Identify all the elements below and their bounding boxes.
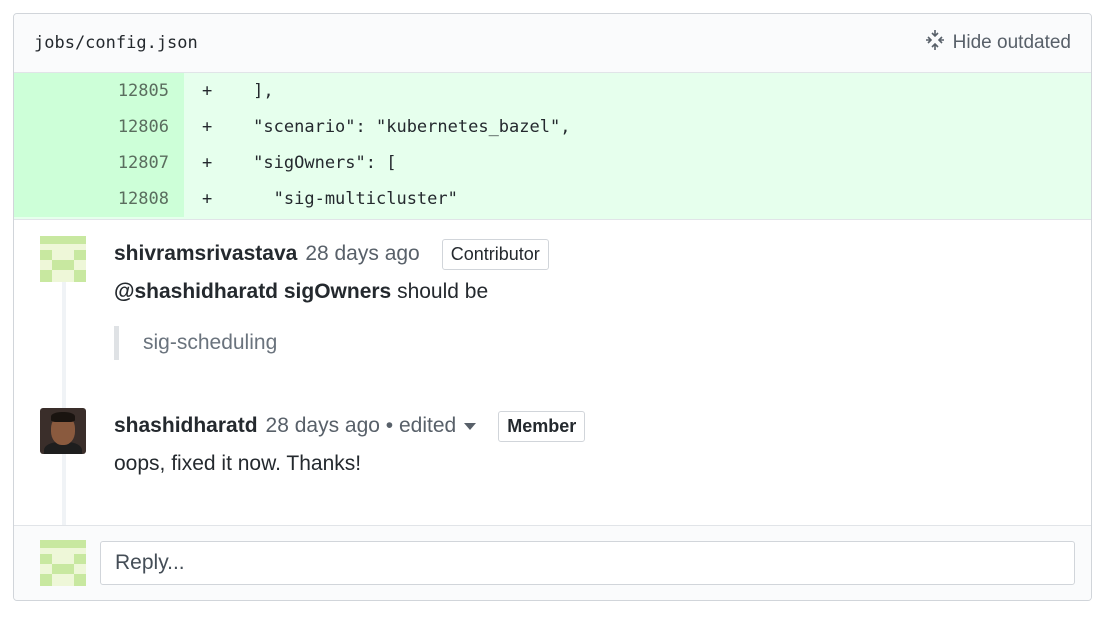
line-number[interactable]: 12806 [14, 109, 184, 145]
comment-text: oops, fixed it now. Thanks! [114, 452, 362, 475]
comment-header: shivramsrivastava 28 days ago Contributo… [114, 236, 549, 272]
diff-row: 12807 + "sigOwners": [ [14, 145, 1091, 181]
keyword-bold: sigOwners [283, 280, 392, 303]
comment-text: @shashidharatd sigOwners should be [114, 280, 549, 304]
diff-row: 12805 + ], [14, 73, 1091, 109]
comment-thread: shivramsrivastava 28 days ago Contributo… [14, 220, 1091, 530]
hide-outdated-button[interactable]: Hide outdated [923, 28, 1071, 58]
comment-time-edited[interactable]: 28 days ago • edited [266, 414, 457, 438]
comment: shivramsrivastava 28 days ago Contributo… [14, 236, 1091, 360]
comment-time[interactable]: 28 days ago [305, 242, 419, 266]
diff-row: 12808 + "sig-multicluster" [14, 181, 1091, 217]
file-path-link[interactable]: jobs/config.json [34, 33, 198, 53]
comment-body: shivramsrivastava 28 days ago Contributo… [114, 236, 549, 360]
diff-block: 12805 + ], 12806 + "scenario": "kubernet… [14, 73, 1091, 220]
comment-text-rest: should be [397, 280, 489, 303]
code-line: + "sig-multicluster" [202, 189, 458, 209]
reply-input[interactable] [100, 541, 1075, 585]
avatar-photo[interactable] [40, 408, 86, 454]
fold-icon [923, 28, 947, 58]
comment-author[interactable]: shashidharatd [114, 414, 258, 438]
comment-body: shashidharatd 28 days ago • edited Membe… [114, 408, 586, 476]
current-user-avatar [40, 540, 86, 586]
code-line: + "sigOwners": [ [202, 153, 397, 173]
file-header: jobs/config.json Hide outdated [14, 14, 1091, 73]
avatar-identicon[interactable] [40, 236, 86, 282]
hide-outdated-label: Hide outdated [952, 32, 1071, 53]
line-number[interactable]: 12808 [14, 181, 184, 217]
code-line: + ], [202, 81, 274, 101]
line-number[interactable]: 12807 [14, 145, 184, 181]
reply-bar [14, 525, 1091, 600]
code-line: + "scenario": "kubernetes_bazel", [202, 117, 571, 137]
contributor-badge: Contributor [441, 238, 549, 270]
comment-author[interactable]: shivramsrivastava [114, 242, 297, 266]
member-badge: Member [498, 410, 586, 442]
diff-row: 12806 + "scenario": "kubernetes_bazel", [14, 109, 1091, 145]
comment-header: shashidharatd 28 days ago • edited Membe… [114, 408, 586, 444]
blockquote: sig-scheduling [114, 326, 549, 360]
comment: shashidharatd 28 days ago • edited Membe… [14, 408, 1091, 476]
review-thread-card: jobs/config.json Hide outdated 12805 + ]… [13, 13, 1092, 601]
edit-history-chevron-down-icon[interactable] [464, 422, 477, 430]
line-number[interactable]: 12805 [14, 73, 184, 109]
mention-link[interactable]: @shashidharatd [114, 280, 278, 303]
